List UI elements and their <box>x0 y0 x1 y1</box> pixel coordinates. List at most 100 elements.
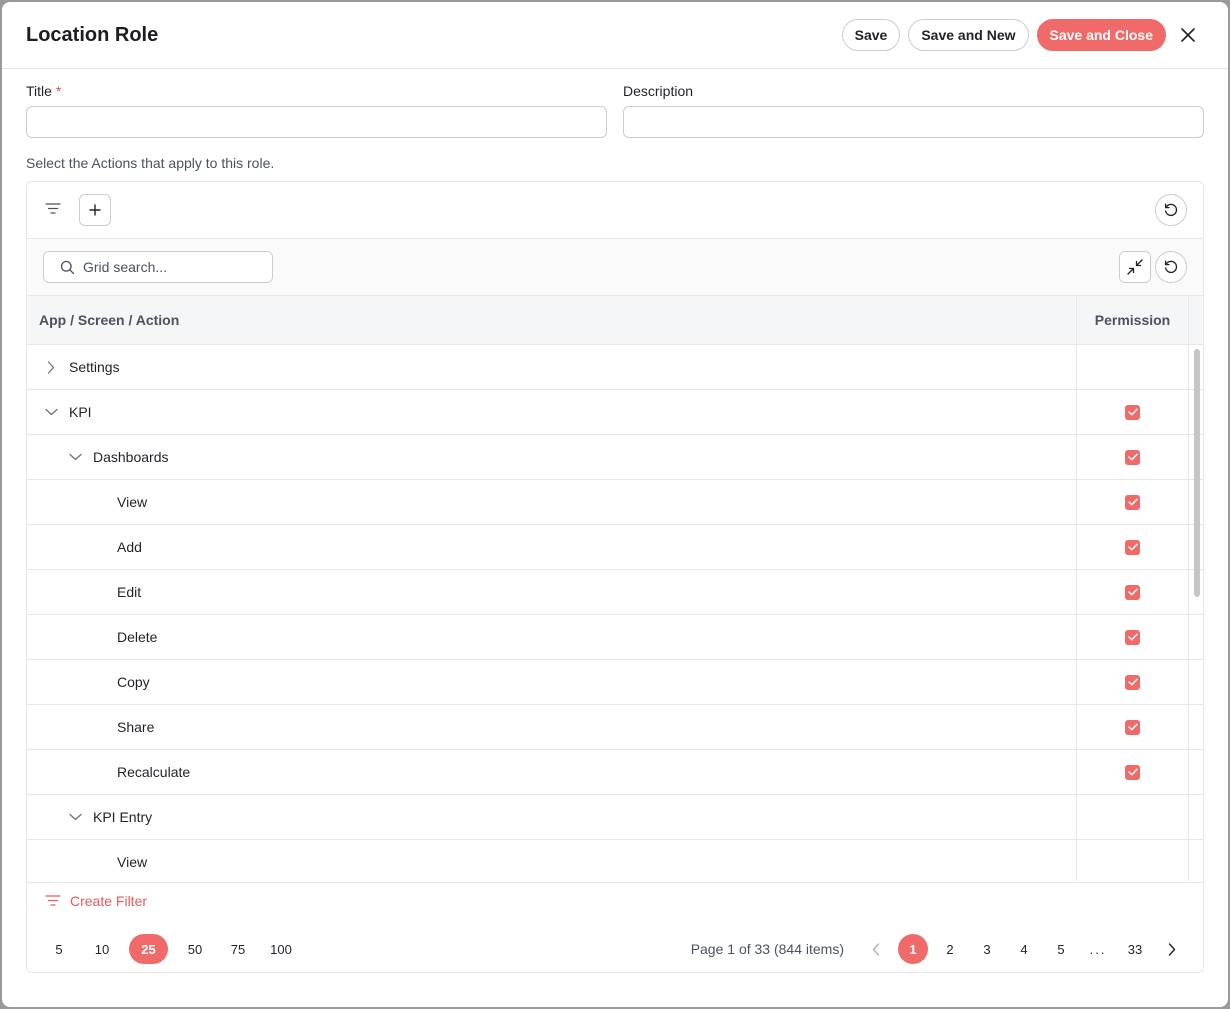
create-filter-button[interactable]: Create Filter <box>45 893 147 909</box>
permission-checkbox[interactable] <box>1125 719 1140 735</box>
permissions-grid: App / Screen / Action Permission Setting… <box>26 181 1204 973</box>
prev-page-button[interactable] <box>861 934 891 964</box>
action-cell: Share <box>27 705 1077 749</box>
title-input[interactable] <box>26 106 607 138</box>
reset-icon <box>1164 260 1178 274</box>
save-button[interactable]: Save <box>841 19 901 51</box>
permission-cell <box>1077 480 1189 524</box>
permission-cell <box>1077 660 1189 704</box>
grid-scrollbar[interactable] <box>1194 349 1200 597</box>
table-row[interactable]: Copy <box>27 660 1203 705</box>
permission-cell <box>1077 525 1189 569</box>
permission-checkbox[interactable] <box>1125 494 1140 510</box>
title-label: Title <box>26 83 52 99</box>
title-field-group: Title * <box>26 82 607 138</box>
chevron-right-icon[interactable] <box>39 355 63 379</box>
page-button[interactable]: 5 <box>1046 934 1076 964</box>
table-row[interactable]: Dashboards <box>27 435 1203 480</box>
row-label: KPI Entry <box>93 809 153 825</box>
description-label: Description <box>623 83 694 99</box>
column-header-action[interactable]: App / Screen / Action <box>27 296 1077 344</box>
row-label: Delete <box>117 629 158 645</box>
save-and-new-button[interactable]: Save and New <box>908 19 1029 51</box>
table-row[interactable]: Recalculate <box>27 750 1203 795</box>
indent-spacer <box>87 850 111 874</box>
action-cell: Edit <box>27 570 1077 614</box>
row-label: Add <box>117 539 142 555</box>
grid-toolbar <box>27 182 1203 239</box>
row-label: View <box>117 854 148 870</box>
filter-lines-icon[interactable] <box>45 202 61 220</box>
create-filter-label: Create Filter <box>70 893 148 909</box>
permission-checkbox[interactable] <box>1125 539 1140 555</box>
next-page-button[interactable] <box>1157 934 1187 964</box>
page-button[interactable]: 1 <box>898 934 928 964</box>
permission-cell <box>1077 705 1189 749</box>
plus-icon <box>89 204 101 216</box>
reset-button[interactable] <box>1155 194 1187 226</box>
page-info: Page 1 of 33 (844 items) <box>690 941 844 957</box>
grid-search-box[interactable] <box>43 251 273 283</box>
pagination: Page 1 of 33 (844 items) 12345 ... 33 <box>691 934 1187 964</box>
permission-checkbox[interactable] <box>1125 449 1140 465</box>
table-row[interactable]: View <box>27 840 1203 881</box>
add-button[interactable] <box>79 194 111 226</box>
row-label: Recalculate <box>117 764 191 780</box>
page-size-option[interactable]: 5 <box>43 934 75 964</box>
page-size-option[interactable]: 75 <box>222 934 254 964</box>
page-size-option[interactable]: 25 <box>129 934 168 964</box>
grid-rows: Settings KPI Dashboards View Add Edit Delete Co… <box>27 345 1203 881</box>
permission-checkbox[interactable] <box>1125 629 1140 645</box>
permission-checkbox[interactable] <box>1125 404 1140 420</box>
permission-checkbox[interactable] <box>1125 674 1140 690</box>
table-row[interactable]: KPI <box>27 390 1203 435</box>
permission-cell <box>1077 435 1189 479</box>
page-button[interactable]: 3 <box>972 934 1002 964</box>
row-label: Dashboards <box>93 449 169 465</box>
grid-search-input[interactable] <box>83 259 253 275</box>
page-button-last[interactable]: 33 <box>1120 934 1150 964</box>
chevron-down-icon[interactable] <box>63 445 87 469</box>
indent-spacer <box>87 535 111 559</box>
collapse-all-button[interactable] <box>1119 251 1151 283</box>
action-cell: Add <box>27 525 1077 569</box>
search-icon <box>60 260 75 274</box>
table-row[interactable]: KPI Entry <box>27 795 1203 840</box>
indent-spacer <box>87 760 111 784</box>
indent-spacer <box>87 490 111 514</box>
page-button[interactable]: 4 <box>1009 934 1039 964</box>
page-numbers: 12345 <box>898 934 1076 964</box>
column-header-permission[interactable]: Permission <box>1077 296 1189 344</box>
table-row[interactable]: Add <box>27 525 1203 570</box>
close-icon[interactable] <box>1172 19 1204 51</box>
page-size-option[interactable]: 100 <box>265 934 297 964</box>
description-field-group: Description <box>623 82 1204 138</box>
grid-body: Settings KPI Dashboards View Add Edit Delete Co… <box>27 345 1203 881</box>
action-cell: Copy <box>27 660 1077 704</box>
page-size-option[interactable]: 50 <box>179 934 211 964</box>
grid-reset-button[interactable] <box>1155 251 1187 283</box>
chevron-down-icon[interactable] <box>39 400 63 424</box>
permission-checkbox[interactable] <box>1125 764 1140 780</box>
filter-icon <box>45 895 61 906</box>
permission-checkbox[interactable] <box>1125 584 1140 600</box>
row-label: Settings <box>69 359 120 375</box>
chevron-right-icon <box>1168 942 1176 956</box>
table-row[interactable]: Share <box>27 705 1203 750</box>
table-row[interactable]: Edit <box>27 570 1203 615</box>
permission-cell <box>1077 750 1189 794</box>
table-row[interactable]: View <box>27 480 1203 525</box>
actions-hint: Select the Actions that apply to this ro… <box>26 155 275 171</box>
pagination-ellipsis: ... <box>1089 941 1107 957</box>
description-input[interactable] <box>623 106 1204 138</box>
save-and-close-button[interactable]: Save and Close <box>1036 19 1166 51</box>
page-size-selector: 5 10 25 50 75 100 <box>43 934 308 964</box>
table-row[interactable]: Delete <box>27 615 1203 660</box>
grid-header: App / Screen / Action Permission <box>27 296 1203 345</box>
table-row[interactable]: Settings <box>27 345 1203 390</box>
action-cell: View <box>27 840 1077 881</box>
form-fields: Title * Description <box>26 82 1204 138</box>
page-button[interactable]: 2 <box>935 934 965 964</box>
chevron-down-icon[interactable] <box>63 805 87 829</box>
page-size-option[interactable]: 10 <box>86 934 118 964</box>
